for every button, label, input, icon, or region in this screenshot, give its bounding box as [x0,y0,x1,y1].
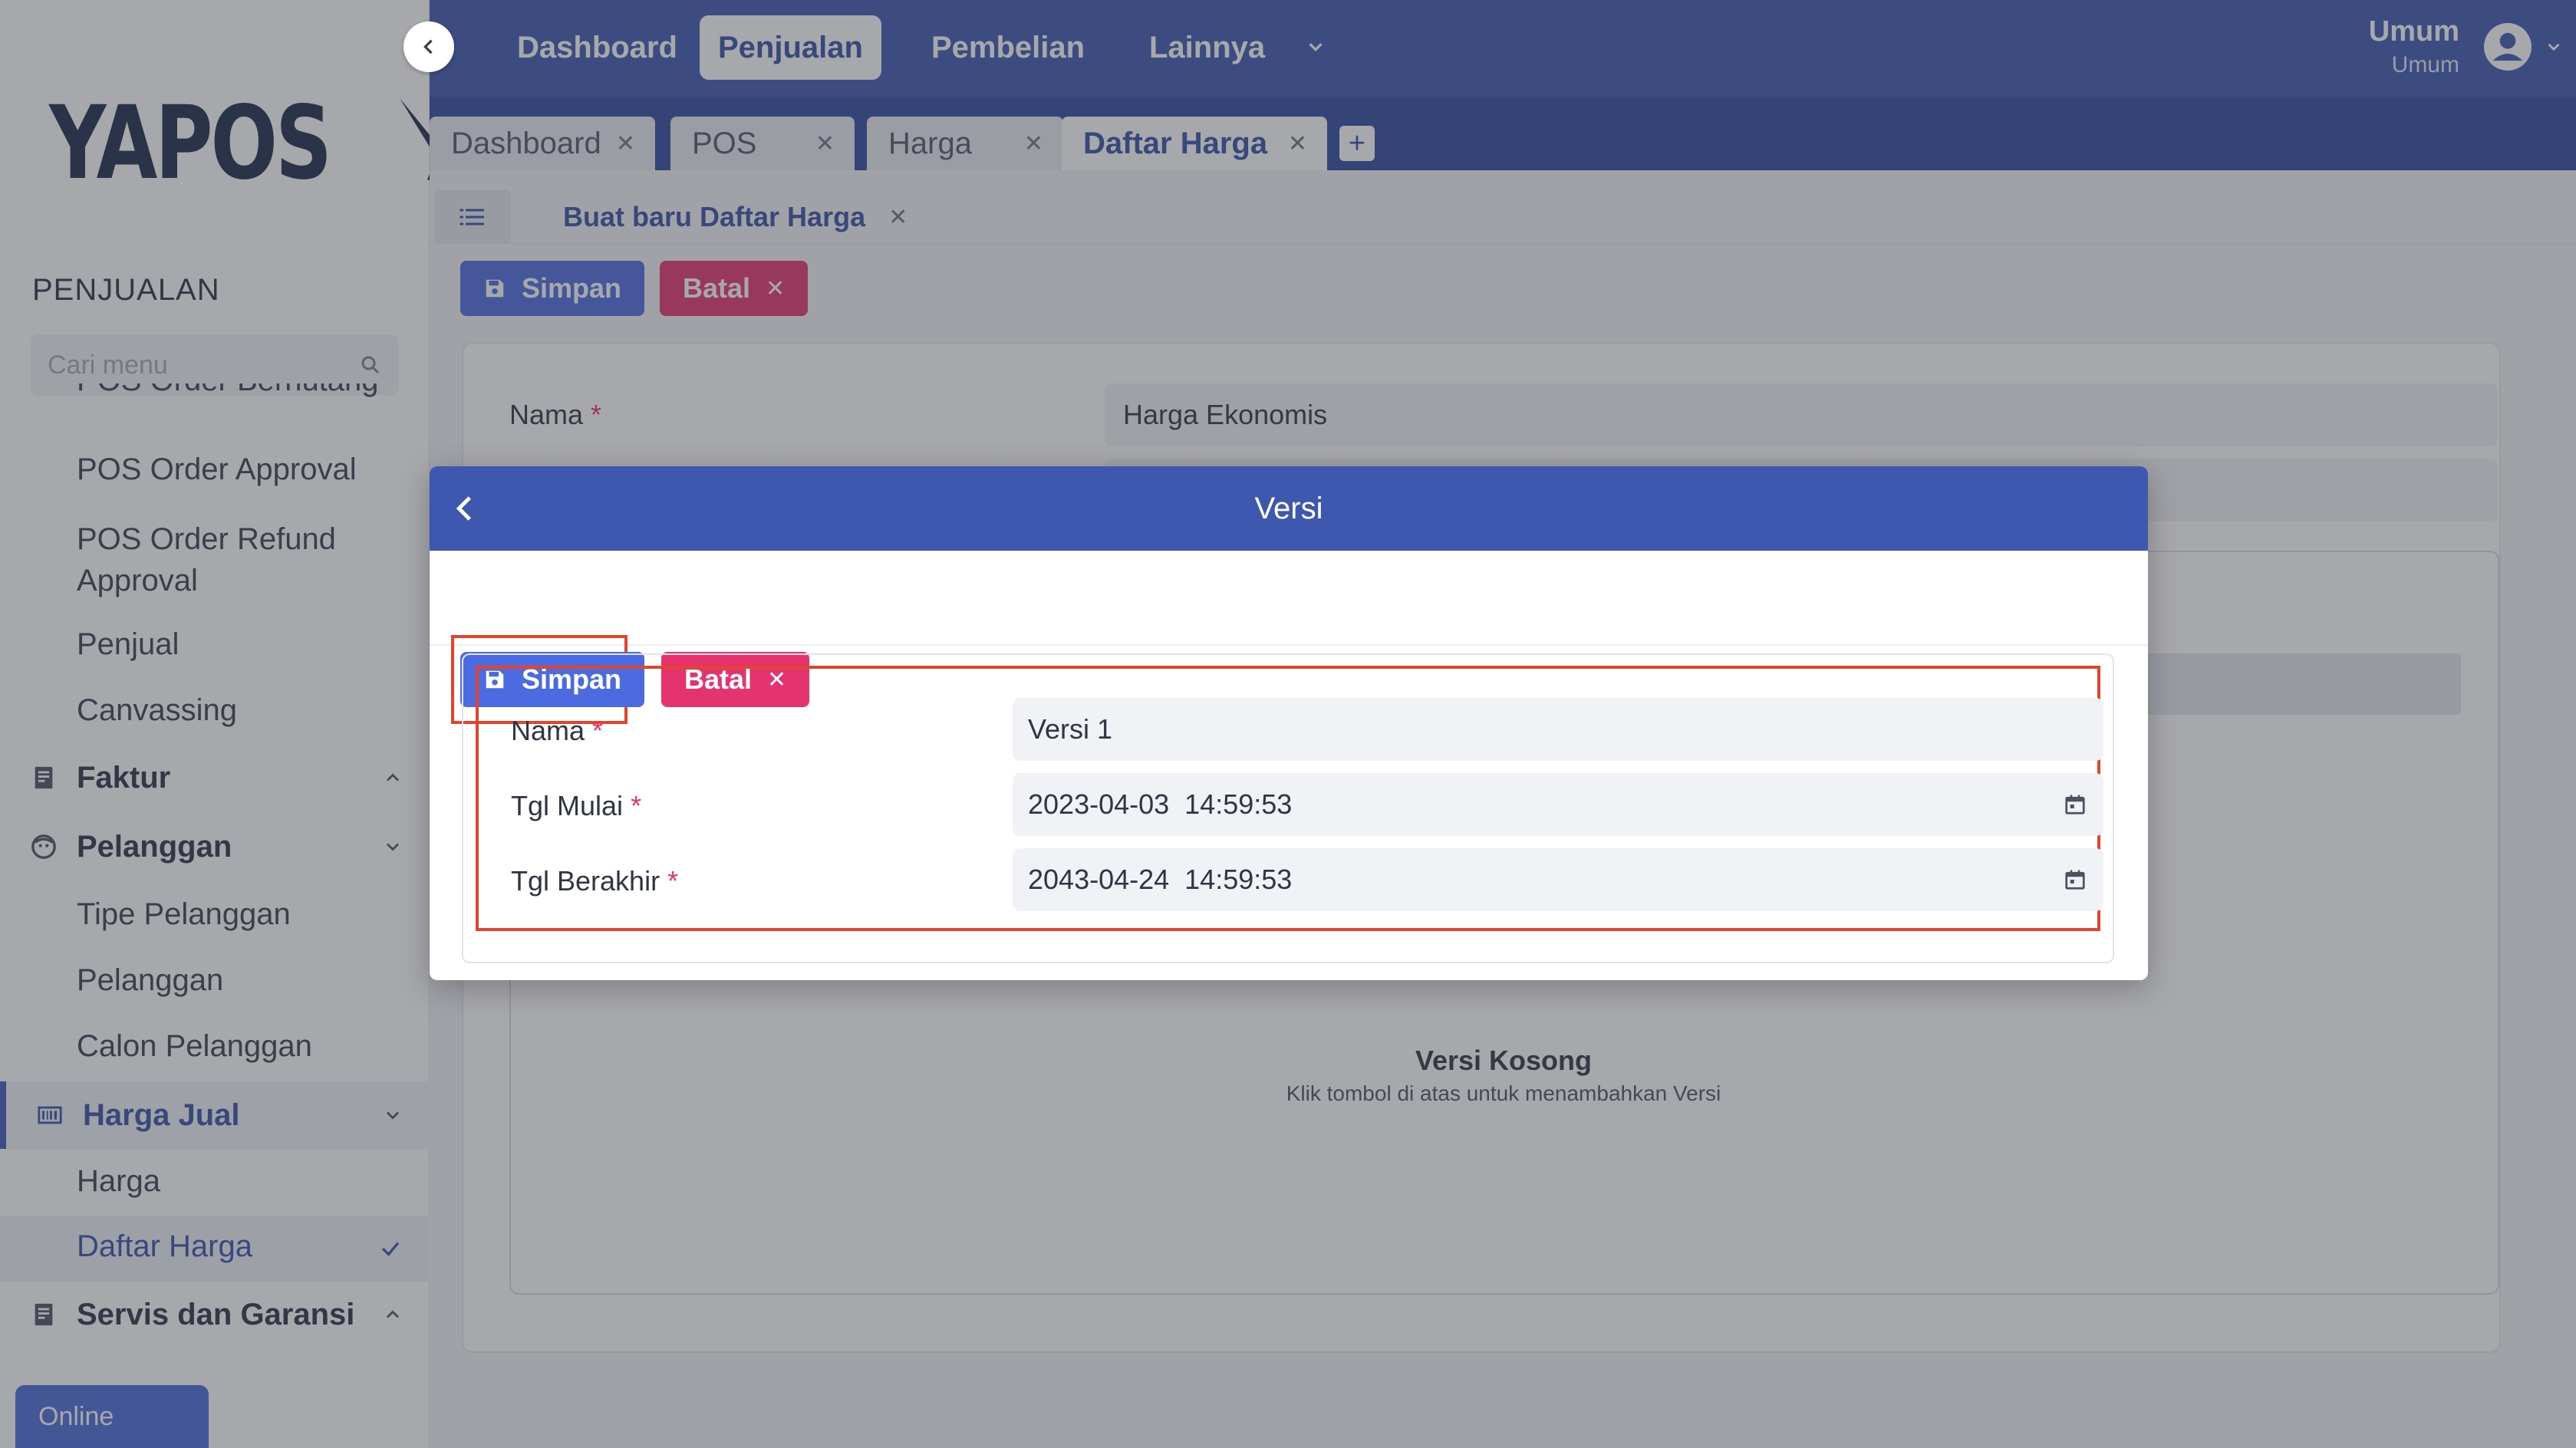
tgl-mulai-input[interactable]: 2023-04-03 14:59:53 [1013,773,2103,836]
back-arrow-icon[interactable] [450,492,482,525]
tgl-berakhir-input[interactable]: 2043-04-24 14:59:53 [1013,848,2103,911]
versi-modal: Versi Simpan Batal ✕ Nama * Versi 1 Tgl … [430,466,2148,980]
calendar-icon[interactable] [2064,793,2087,816]
sidebar-collapse-button[interactable] [404,21,454,72]
versi-nama-label: Nama * [511,715,604,746]
tgl-mulai-label: Tgl Mulai * [511,790,642,821]
modal-title: Versi [1254,491,1323,525]
versi-nama-input[interactable]: Versi 1 [1013,698,2103,761]
tgl-berakhir-label: Tgl Berakhir * [511,865,679,897]
modal-form-card: Nama * Versi 1 Tgl Mulai * 2023-04-03 14… [462,653,2114,963]
calendar-icon[interactable] [2064,868,2087,891]
modal-toolbar: Simpan Batal ✕ [430,551,2148,724]
input-value: 2043-04-24 14:59:53 [1028,864,1293,895]
chevron-left-icon [423,39,433,54]
input-value: 2023-04-03 14:59:53 [1028,788,1293,820]
input-value: Versi 1 [1028,713,1113,745]
